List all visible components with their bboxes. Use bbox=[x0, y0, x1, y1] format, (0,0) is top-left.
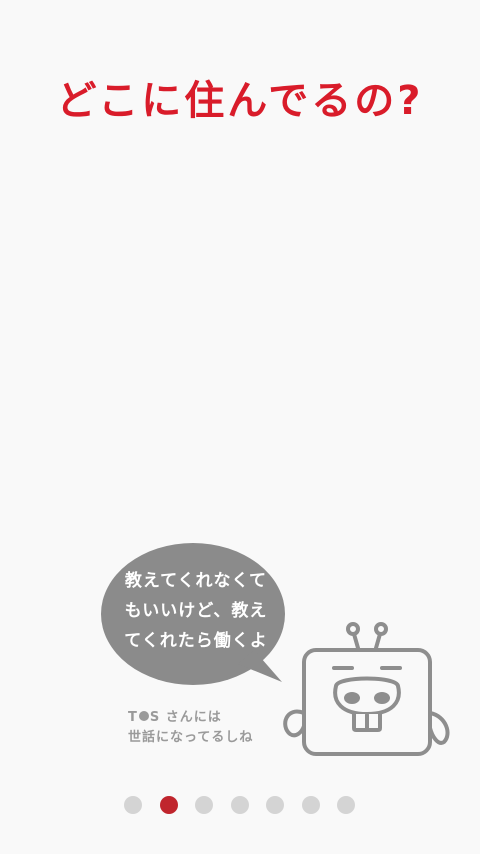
page-dot-3[interactable] bbox=[195, 796, 213, 814]
caption-suffix: S さんには bbox=[149, 710, 222, 725]
speech-line: もいいけど、教え bbox=[124, 601, 268, 621]
page-indicator bbox=[0, 796, 480, 814]
speech-bubble-text: 教えてくれなくて もいいけど、教え てくれたら働くよ bbox=[106, 566, 286, 656]
page-dot-4[interactable] bbox=[231, 796, 249, 814]
caption: T S さんには 世話になってるしね bbox=[128, 708, 253, 748]
caption-line-2: 世話になってるしね bbox=[128, 730, 254, 745]
page-dot-2-active[interactable] bbox=[160, 796, 178, 814]
caption-line-1: T S さんには bbox=[128, 708, 253, 728]
page-dot-7[interactable] bbox=[337, 796, 355, 814]
caption-prefix: T bbox=[128, 710, 138, 725]
page-dot-5[interactable] bbox=[266, 796, 284, 814]
speech-line: 教えてくれなくて bbox=[124, 571, 268, 591]
tos-logo-dot-icon bbox=[138, 711, 149, 721]
page-dot-6[interactable] bbox=[302, 796, 320, 814]
speech-line: てくれたら働くよ bbox=[124, 631, 268, 651]
page-dot-1[interactable] bbox=[124, 796, 142, 814]
tos-mascot-icon bbox=[283, 622, 450, 756]
